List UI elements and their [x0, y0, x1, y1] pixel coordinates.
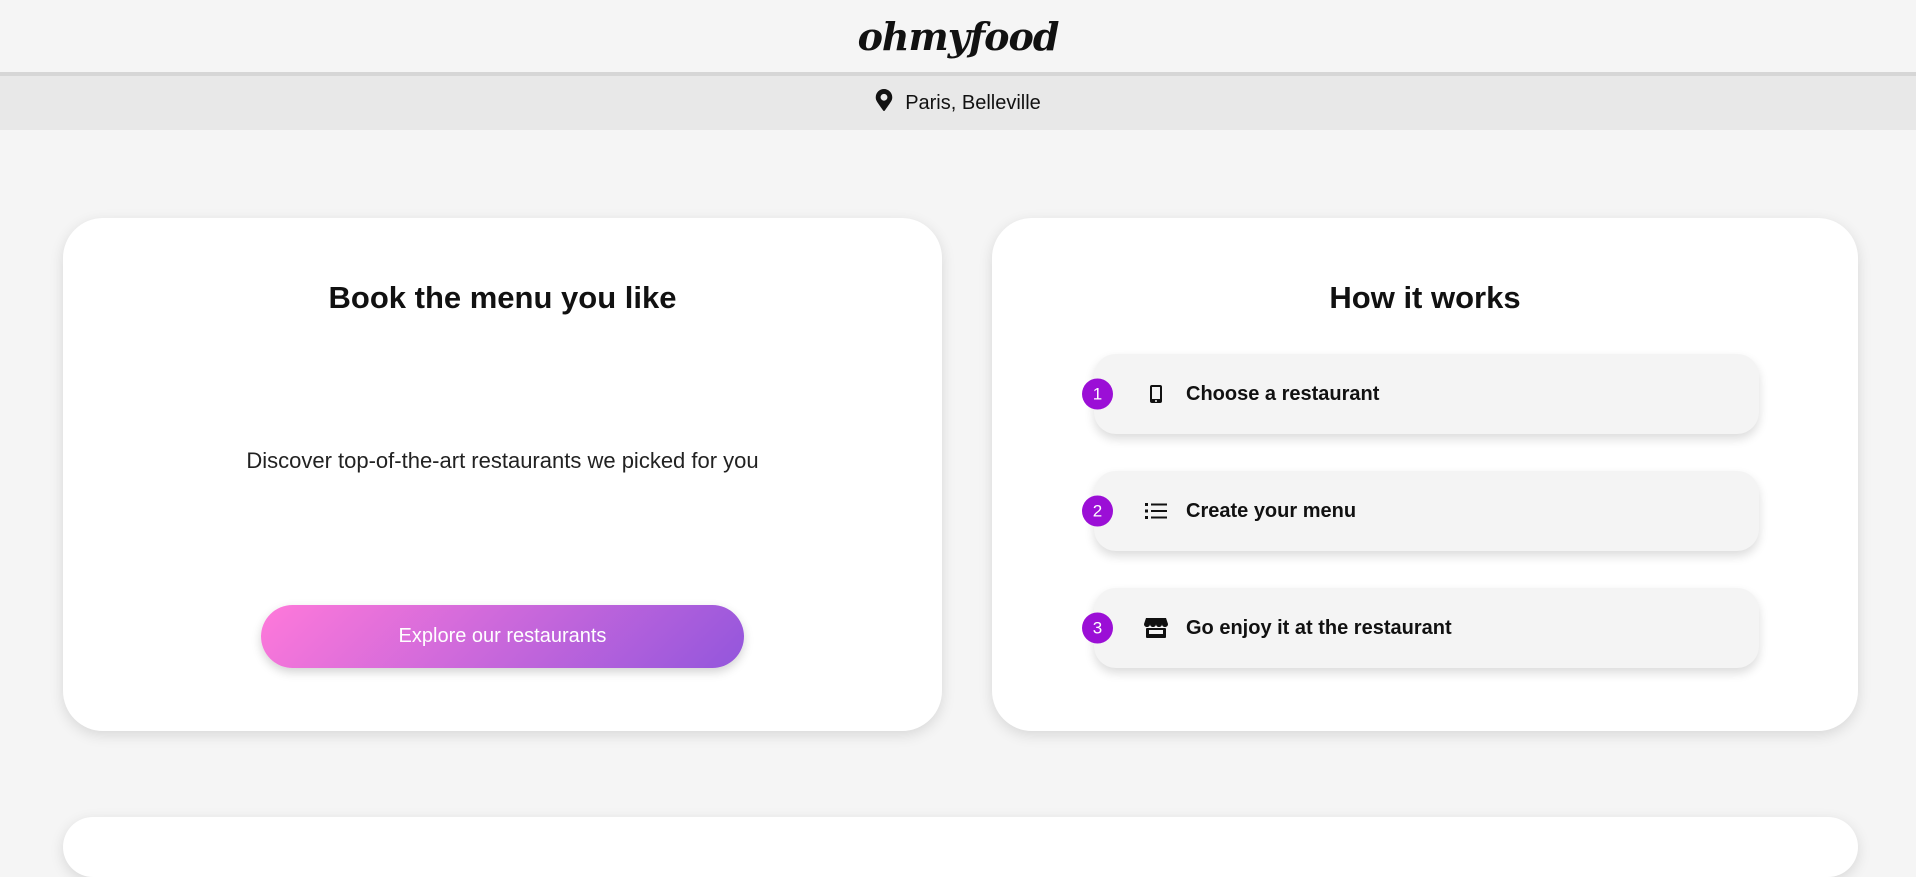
- store-icon: [1144, 616, 1168, 640]
- restaurants-section-card: [63, 817, 1858, 877]
- step-choose-restaurant: 1 Choose a restaurant: [1082, 354, 1759, 434]
- step-number: 1: [1082, 378, 1113, 410]
- step-enjoy-restaurant: 3 Go enjoy it at the restaurant: [1082, 588, 1759, 668]
- cards-row: Book the menu you like Discover top-of-t…: [63, 218, 1858, 731]
- book-menu-title: Book the menu you like: [328, 280, 677, 315]
- how-it-works-card: How it works 1 Choose a restaurant 2 Cre…: [992, 218, 1858, 731]
- location-bar: Paris, Belleville: [0, 76, 1916, 130]
- step-create-menu: 2 Create your menu: [1082, 471, 1759, 551]
- mobile-phone-icon: [1144, 382, 1168, 406]
- location-label: Paris, Belleville: [905, 91, 1041, 114]
- book-menu-card: Book the menu you like Discover top-of-t…: [63, 218, 942, 731]
- site-logo[interactable]: ohmyfood: [858, 14, 1060, 59]
- map-pin-icon: [875, 89, 893, 117]
- step-label: Go enjoy it at the restaurant: [1186, 616, 1452, 639]
- book-menu-description: Discover top-of-the-art restaurants we p…: [246, 448, 759, 473]
- site-header: ohmyfood: [0, 0, 1916, 76]
- step-number: 3: [1082, 612, 1113, 644]
- step-number: 2: [1082, 495, 1113, 527]
- explore-restaurants-button[interactable]: Explore our restaurants: [261, 605, 744, 668]
- step-label: Create your menu: [1186, 499, 1357, 522]
- steps-list: 1 Choose a restaurant 2 Create your menu…: [1082, 354, 1759, 705]
- how-it-works-title: How it works: [1329, 280, 1521, 315]
- step-label: Choose a restaurant: [1186, 382, 1380, 405]
- list-icon: [1144, 499, 1168, 523]
